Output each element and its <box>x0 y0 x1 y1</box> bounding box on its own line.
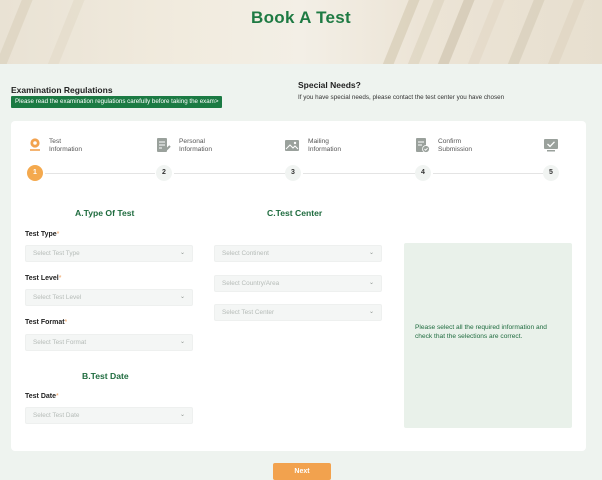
test-type-select[interactable]: Select Test Type ⌄ <box>25 245 193 262</box>
special-needs-text: If you have special needs, please contac… <box>298 94 505 101</box>
step-number-2[interactable]: 2 <box>156 165 172 181</box>
step-number-4[interactable]: 4 <box>415 165 431 181</box>
document-check-icon <box>416 138 430 153</box>
page-title: Book A Test <box>251 8 351 27</box>
test-date-placeholder: Select Test Date <box>33 412 80 419</box>
test-center-select[interactable]: Select Test Center ⌄ <box>214 304 382 321</box>
hero-banner: Book A Test <box>0 0 602 64</box>
step-number-1[interactable]: 1 <box>27 165 43 181</box>
location-pin-icon <box>30 138 40 151</box>
step-label-test-information: Test Information <box>49 138 82 153</box>
test-type-placeholder: Select Test Type <box>33 250 80 257</box>
test-format-select[interactable]: Select Test Format ⌄ <box>25 334 193 351</box>
test-center-placeholder: Select Test Center <box>222 309 275 316</box>
chevron-down-icon: ⌄ <box>180 250 186 256</box>
test-date-label: Test Date* <box>25 393 59 400</box>
step-number-3[interactable]: 3 <box>285 165 301 181</box>
chevron-down-icon: ⌄ <box>369 280 375 286</box>
chevron-down-icon: ⌄ <box>369 250 375 256</box>
chevron-down-icon: ⌄ <box>180 412 186 418</box>
continent-placeholder: Select Continent <box>222 250 269 257</box>
monitor-check-icon <box>544 139 558 152</box>
country-placeholder: Select Country/Area <box>222 280 280 287</box>
section-title-test-date: B.Test Date <box>82 371 129 381</box>
test-type-label: Test Type* <box>25 231 60 238</box>
step-connector <box>433 173 543 174</box>
test-level-placeholder: Select Test Level <box>33 294 82 301</box>
step-connector <box>45 173 155 174</box>
step-label-confirm-submission: Confirm Submission <box>438 138 473 153</box>
test-format-placeholder: Select Test Format <box>33 339 87 346</box>
test-level-label: Test Level* <box>25 275 62 282</box>
chevron-down-icon: ⌄ <box>180 339 186 345</box>
regulations-link[interactable]: Please read the examination regulations … <box>11 96 223 108</box>
image-mail-icon <box>285 140 299 151</box>
chevron-down-icon: ⌄ <box>369 309 375 315</box>
next-button[interactable]: Next <box>273 463 331 480</box>
chevron-down-icon: ⌄ <box>180 294 186 300</box>
step-connector <box>174 173 285 174</box>
section-title-test-center: C.Test Center <box>267 208 323 218</box>
step-label-personal-information: Personal Information <box>179 138 212 153</box>
document-edit-icon <box>157 138 171 152</box>
section-title-type-of-test: A.Type Of Test <box>75 208 135 218</box>
test-format-label: Test Format* <box>25 319 68 326</box>
step-connector <box>303 173 415 174</box>
selection-info-text: Please select all the required informati… <box>415 324 547 340</box>
step-label-mailing-information: Mailing Information <box>308 138 341 153</box>
special-needs-title: Special Needs? <box>298 80 361 90</box>
step-number-5[interactable]: 5 <box>543 165 559 181</box>
test-date-select[interactable]: Select Test Date ⌄ <box>25 407 193 424</box>
regulations-title: Examination Regulations <box>11 85 113 95</box>
selection-info-panel: Please select all the required informati… <box>404 243 572 428</box>
continent-select[interactable]: Select Continent ⌄ <box>214 245 382 262</box>
test-level-select[interactable]: Select Test Level ⌄ <box>25 289 193 306</box>
country-select[interactable]: Select Country/Area ⌄ <box>214 275 382 292</box>
